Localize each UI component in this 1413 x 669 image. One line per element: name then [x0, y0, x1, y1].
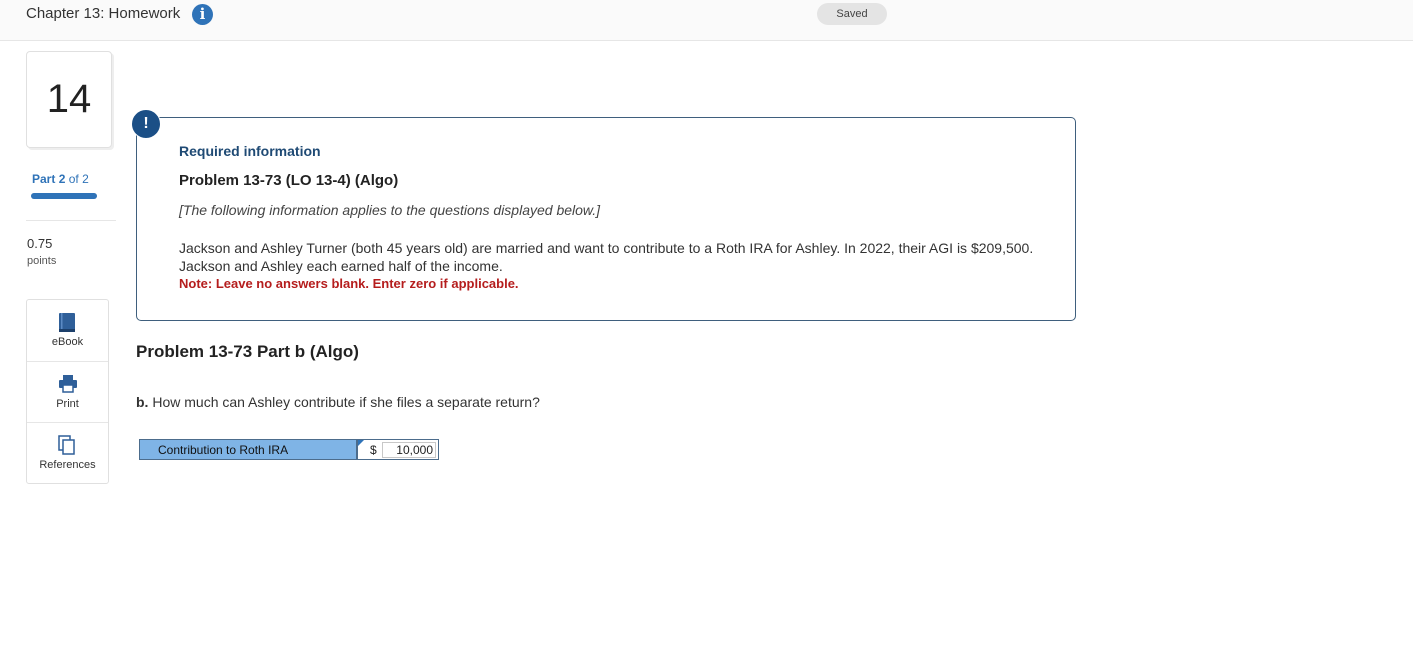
part-progress-fill: [31, 193, 97, 199]
top-bar: Chapter 13: Homework i Saved: [0, 0, 1413, 41]
question-letter: b.: [136, 394, 149, 410]
problem-scenario: Jackson and Ashley Turner (both 45 years…: [179, 240, 1034, 274]
instruction-note: Note: Leave no answers blank. Enter zero…: [179, 276, 519, 291]
part-progress-bar: [31, 193, 97, 199]
ebook-button[interactable]: eBook: [27, 300, 108, 360]
required-information-heading: Required information: [179, 143, 321, 159]
part-indicator: Part 2 of 2: [32, 172, 89, 186]
points-label: points: [27, 255, 57, 267]
tools-panel: eBook Print References: [26, 299, 109, 484]
part-current: 2: [58, 172, 66, 186]
answer-cell: $: [357, 439, 439, 460]
applies-note: [The following information applies to th…: [179, 202, 601, 218]
alert-icon: !: [131, 109, 161, 139]
part-title: Problem 13-73 Part b (Algo): [136, 342, 359, 361]
saved-status-badge: Saved: [817, 3, 887, 25]
cell-flag-icon: [358, 440, 364, 446]
question-number: 14: [26, 51, 112, 148]
points-value: 0.75: [27, 236, 53, 251]
sidebar-divider: [26, 220, 116, 221]
part-word: Part: [32, 172, 56, 186]
references-label: References: [39, 459, 96, 471]
part-of-word: of: [68, 172, 79, 186]
print-label: Print: [56, 398, 79, 410]
problem-title: Problem 13-73 (LO 13-4) (Algo): [179, 172, 399, 189]
assignment-title: Chapter 13: Homework: [26, 5, 181, 22]
currency-symbol: $: [370, 443, 377, 457]
print-button[interactable]: Print: [27, 361, 108, 422]
references-icon: [58, 435, 75, 455]
references-button[interactable]: References: [27, 422, 108, 483]
ebook-icon: [59, 313, 75, 332]
info-icon[interactable]: i: [192, 4, 213, 25]
question-prompt: b. How much can Ashley contribute if she…: [136, 394, 540, 410]
contribution-amount-input[interactable]: [382, 442, 436, 458]
ebook-label: eBook: [51, 336, 84, 348]
question-text: How much can Ashley contribute if she fi…: [152, 394, 540, 410]
answer-row-label: Contribution to Roth IRA: [139, 439, 357, 460]
part-total: 2: [82, 172, 89, 186]
printer-icon: [59, 375, 77, 393]
